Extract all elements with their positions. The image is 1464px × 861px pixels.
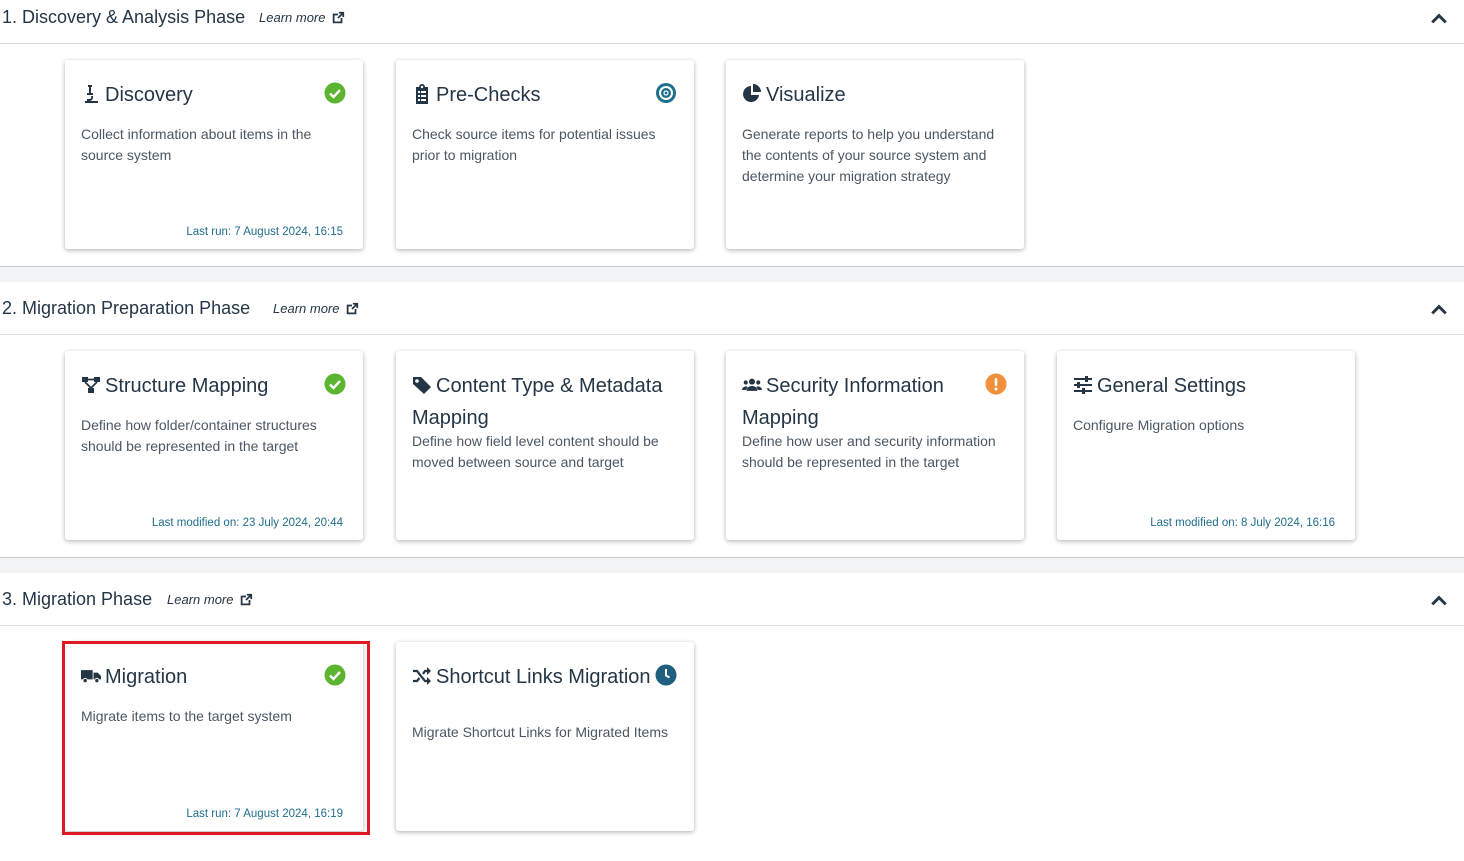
phase-title: 2. Migration Preparation Phase [2,298,251,318]
selection-highlight [62,641,370,835]
card-description: Define how user and security information… [742,433,996,470]
shuffle-icon [413,667,431,685]
clipboard-list-icon [416,84,428,104]
learn-more-label: Learn more [167,592,234,607]
card-title-label: General Settings [1097,375,1246,397]
card-title-label: Content Type & Metadata Mapping [412,375,663,429]
card-description: Define how field level content should be… [412,433,659,470]
last-run: Last run: 7 August 2024, 16:15 [186,226,343,238]
phase-title: 1. Discovery & Analysis Phase [2,7,246,27]
clock-icon [655,664,677,686]
last-modified: Last modified on: 8 July 2024, 16:16 [1150,517,1335,529]
phase-divider [0,266,1464,282]
card-pre-checks[interactable]: Pre-Checks Check source items for potent… [396,60,694,249]
chevron-up-icon[interactable] [1430,301,1448,319]
target-icon [656,83,676,103]
learn-more-link[interactable]: Learn more [259,10,345,25]
chevron-up-icon[interactable] [1430,592,1448,610]
card-security-mapping[interactable]: Security Information Mapping Define how … [726,351,1024,540]
card-structure-mapping[interactable]: Structure Mapping Define how folder/cont… [65,351,363,540]
card-general-settings[interactable]: General Settings Configure Migration opt… [1057,351,1355,540]
chevron-up-icon[interactable] [1430,10,1448,28]
tag-icon [413,377,431,394]
card-title-label: Visualize [766,84,846,106]
external-link-icon [347,302,359,314]
card-content-type-mapping[interactable]: Content Type & Metadata Mapping Define h… [396,351,694,540]
external-link-icon [241,593,253,605]
phase-header-migration[interactable]: 3. Migration Phase Learn more [0,582,1464,626]
card-description: Generate reports to help you understand … [742,126,995,184]
card-description: Collect information about items in the s… [81,126,312,163]
learn-more-link[interactable]: Learn more [167,592,253,607]
microscope-icon [85,85,98,103]
card-description: Migrate Shortcut Links for Migrated Item… [412,724,668,740]
card-description: Configure Migration options [1073,417,1245,433]
learn-more-label: Learn more [259,10,326,25]
card-title-label: Discovery [105,84,193,106]
check-circle-icon [324,373,346,395]
sliders-icon [1074,376,1092,394]
pie-chart-icon [743,84,761,102]
check-circle-icon [324,82,346,104]
phase-divider [0,557,1464,573]
card-discovery[interactable]: Discovery Collect information about item… [65,60,363,249]
last-modified: Last modified on: 23 July 2024, 20:44 [151,517,343,529]
phase-header-discovery[interactable]: 1. Discovery & Analysis Phase Learn more [0,0,1464,44]
card-title-label: Structure Mapping [105,375,269,397]
phase-title: 3. Migration Phase [2,589,153,609]
warning-icon [985,373,1007,395]
card-description: Check source items for potential issues … [412,126,656,163]
card-visualize[interactable]: Visualize Generate reports to help you u… [726,60,1024,249]
card-title-label: Shortcut Links Migration [436,666,651,688]
card-title-label: Pre-Checks [436,84,541,106]
card-title-label: Security Information Mapping [742,375,944,429]
sitemap-icon [82,377,100,393]
external-link-icon [333,11,345,23]
card-shortcut-links[interactable]: Shortcut Links Migration Migrate Shortcu… [396,642,694,831]
card-description: Define how folder/container structures s… [81,417,317,454]
learn-more-label: Learn more [273,301,340,316]
users-icon [742,378,762,391]
learn-more-link[interactable]: Learn more [273,301,359,316]
phase-header-preparation[interactable]: 2. Migration Preparation Phase Learn mor… [0,291,1464,335]
